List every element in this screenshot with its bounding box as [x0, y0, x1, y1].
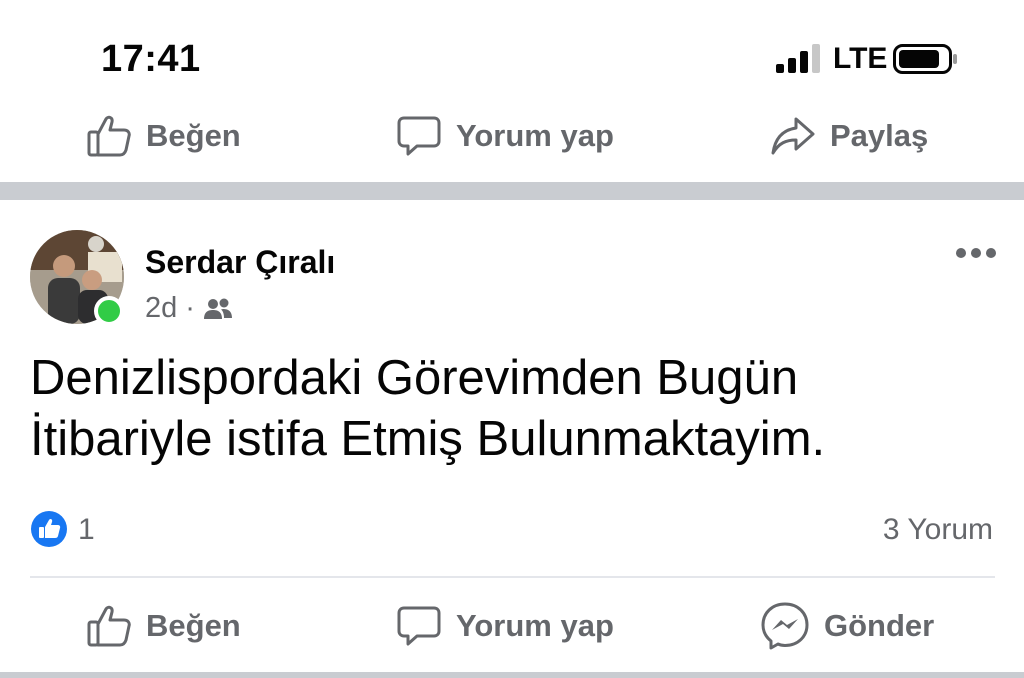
post-author-name[interactable]: Serdar Çıralı — [145, 244, 335, 281]
send-label: Gönder — [824, 608, 935, 643]
thumbs-up-outline-icon — [87, 605, 131, 647]
previous-post-action-bar: Beğen Yorum yap Paylaş — [0, 98, 1024, 174]
battery-icon — [893, 44, 957, 74]
cellular-signal-icon — [776, 44, 820, 73]
post-text: Denizlispordaki Görevimden Bugün İtibari… — [30, 351, 826, 466]
comment-button[interactable]: Yorum yap — [396, 588, 614, 664]
more-dots-icon[interactable] — [955, 240, 997, 266]
status-bar: 17:41 LTE — [0, 0, 1024, 100]
reaction-count[interactable]: 1 — [78, 513, 95, 547]
like-label: Beğen — [146, 118, 241, 153]
meta-separator: · — [185, 292, 195, 324]
online-status-dot — [94, 296, 124, 326]
feed-separator-bottom — [0, 672, 1024, 678]
send-button[interactable]: Gönder — [760, 588, 934, 664]
comment-button[interactable]: Yorum yap — [396, 98, 614, 174]
comment-bubble-icon — [397, 606, 441, 646]
like-button[interactable]: Beğen — [86, 98, 241, 174]
like-reaction-icon[interactable] — [30, 510, 68, 548]
post-time[interactable]: 2d — [145, 292, 177, 325]
share-arrow-icon — [771, 117, 815, 155]
feed-separator — [0, 182, 1024, 200]
like-label: Beğen — [146, 608, 241, 643]
comment-count[interactable]: 3 Yorum — [883, 513, 993, 547]
post-action-bar: Beğen Yorum yap Gönder — [0, 588, 1024, 664]
comment-label: Yorum yap — [456, 118, 614, 153]
status-time: 17:41 — [101, 38, 201, 80]
facebook-post-screen: 17:41 LTE Beğen Yorum yap Paylaş Serdar … — [0, 0, 1024, 678]
network-type: LTE — [833, 42, 888, 75]
share-button[interactable]: Paylaş — [770, 98, 928, 174]
comment-bubble-icon — [397, 116, 441, 156]
friends-icon — [203, 298, 232, 319]
thumbs-up-outline-icon — [87, 115, 131, 157]
post-meta: 2d · — [145, 292, 233, 325]
share-label: Paylaş — [830, 118, 929, 153]
messenger-icon — [761, 602, 809, 650]
comment-label: Yorum yap — [456, 608, 614, 643]
post-divider — [30, 576, 995, 578]
like-button[interactable]: Beğen — [86, 588, 241, 664]
